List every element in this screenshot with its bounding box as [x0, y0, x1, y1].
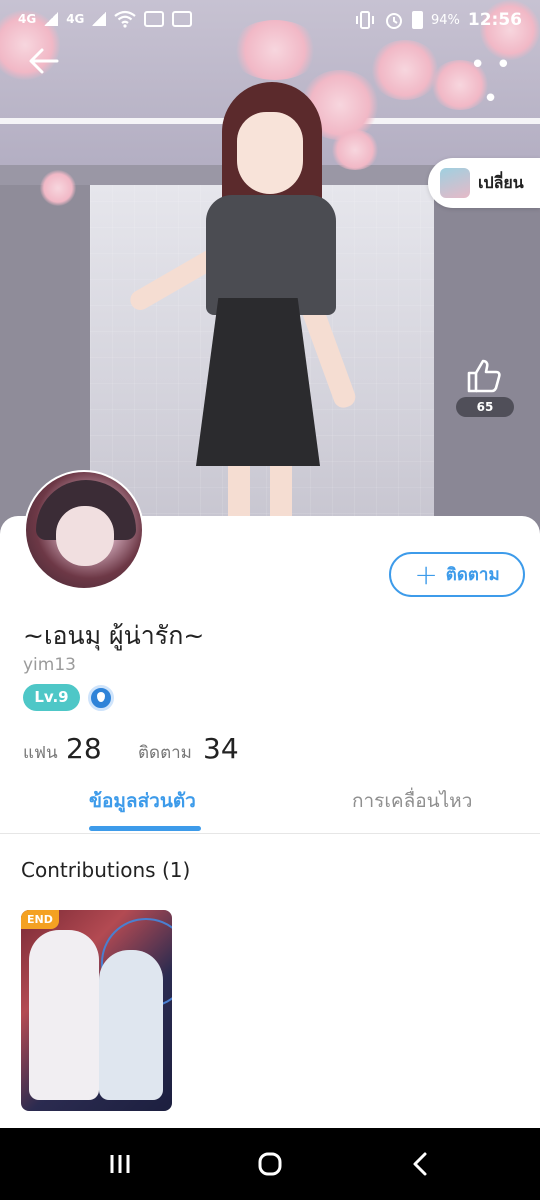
tab-profile-info[interactable]: ข้อมูลส่วนตัว [89, 786, 196, 818]
status-bar: 4G 4G 94% 12:56 [0, 0, 540, 42]
thumbs-up-icon [467, 359, 501, 393]
profile-name: ~เอนมุ ผู้น่ารัก~ [23, 621, 205, 650]
profile-id: yim13 [23, 655, 76, 675]
battery-percent: 94% [430, 12, 460, 28]
contribution-item[interactable]: END [21, 910, 172, 1111]
clock: 12:56 [467, 10, 522, 30]
recents-icon [110, 1155, 130, 1173]
home-button[interactable] [240, 1144, 300, 1184]
follow-button[interactable]: + ติดตาม [389, 552, 525, 597]
system-back-button[interactable] [390, 1144, 450, 1184]
change-outfit-button[interactable]: เปลี่ยน [428, 158, 540, 208]
battery-icon [411, 11, 423, 29]
signal-bars-icon [44, 12, 59, 26]
active-tab-indicator [89, 826, 201, 831]
tab-activity[interactable]: การเคลื่อนไหว [352, 786, 472, 818]
signal-label-1: 4G [18, 12, 37, 26]
like-count: 65 [456, 397, 514, 417]
tabs-divider [0, 833, 540, 834]
back-button[interactable] [22, 44, 66, 88]
more-button[interactable]: • • • [466, 48, 516, 114]
plus-icon: + [414, 557, 438, 591]
vibrate-icon [355, 11, 374, 29]
following-label[interactable]: ติดตาม [138, 739, 192, 766]
arrow-left-icon [29, 48, 59, 74]
wifi-icon [114, 10, 137, 28]
alarm-icon [385, 13, 402, 29]
system-nav-bar [0, 1128, 540, 1200]
following-count[interactable]: 34 [203, 732, 239, 765]
contributions-title: Contributions (1) [21, 858, 191, 882]
message-icon [144, 11, 165, 27]
recents-button[interactable] [90, 1144, 150, 1184]
fans-label[interactable]: แฟน [23, 739, 58, 766]
signal-bars-icon [92, 12, 107, 26]
home-icon [258, 1152, 282, 1176]
signal-label-2: 4G [66, 12, 85, 26]
medal-icon[interactable] [88, 685, 114, 711]
image-icon [172, 11, 193, 27]
change-button-label: เปลี่ยน [478, 172, 524, 192]
profile-banner [0, 0, 540, 540]
avatar[interactable] [24, 470, 144, 590]
level-badge: Lv.9 [23, 684, 80, 711]
chevron-left-icon [413, 1152, 427, 1176]
end-badge: END [21, 910, 59, 929]
fans-count[interactable]: 28 [66, 732, 102, 765]
outfit-thumbnail [440, 168, 470, 198]
follow-button-label: ติดตาม [445, 565, 500, 585]
like-button[interactable]: 65 [456, 355, 514, 423]
